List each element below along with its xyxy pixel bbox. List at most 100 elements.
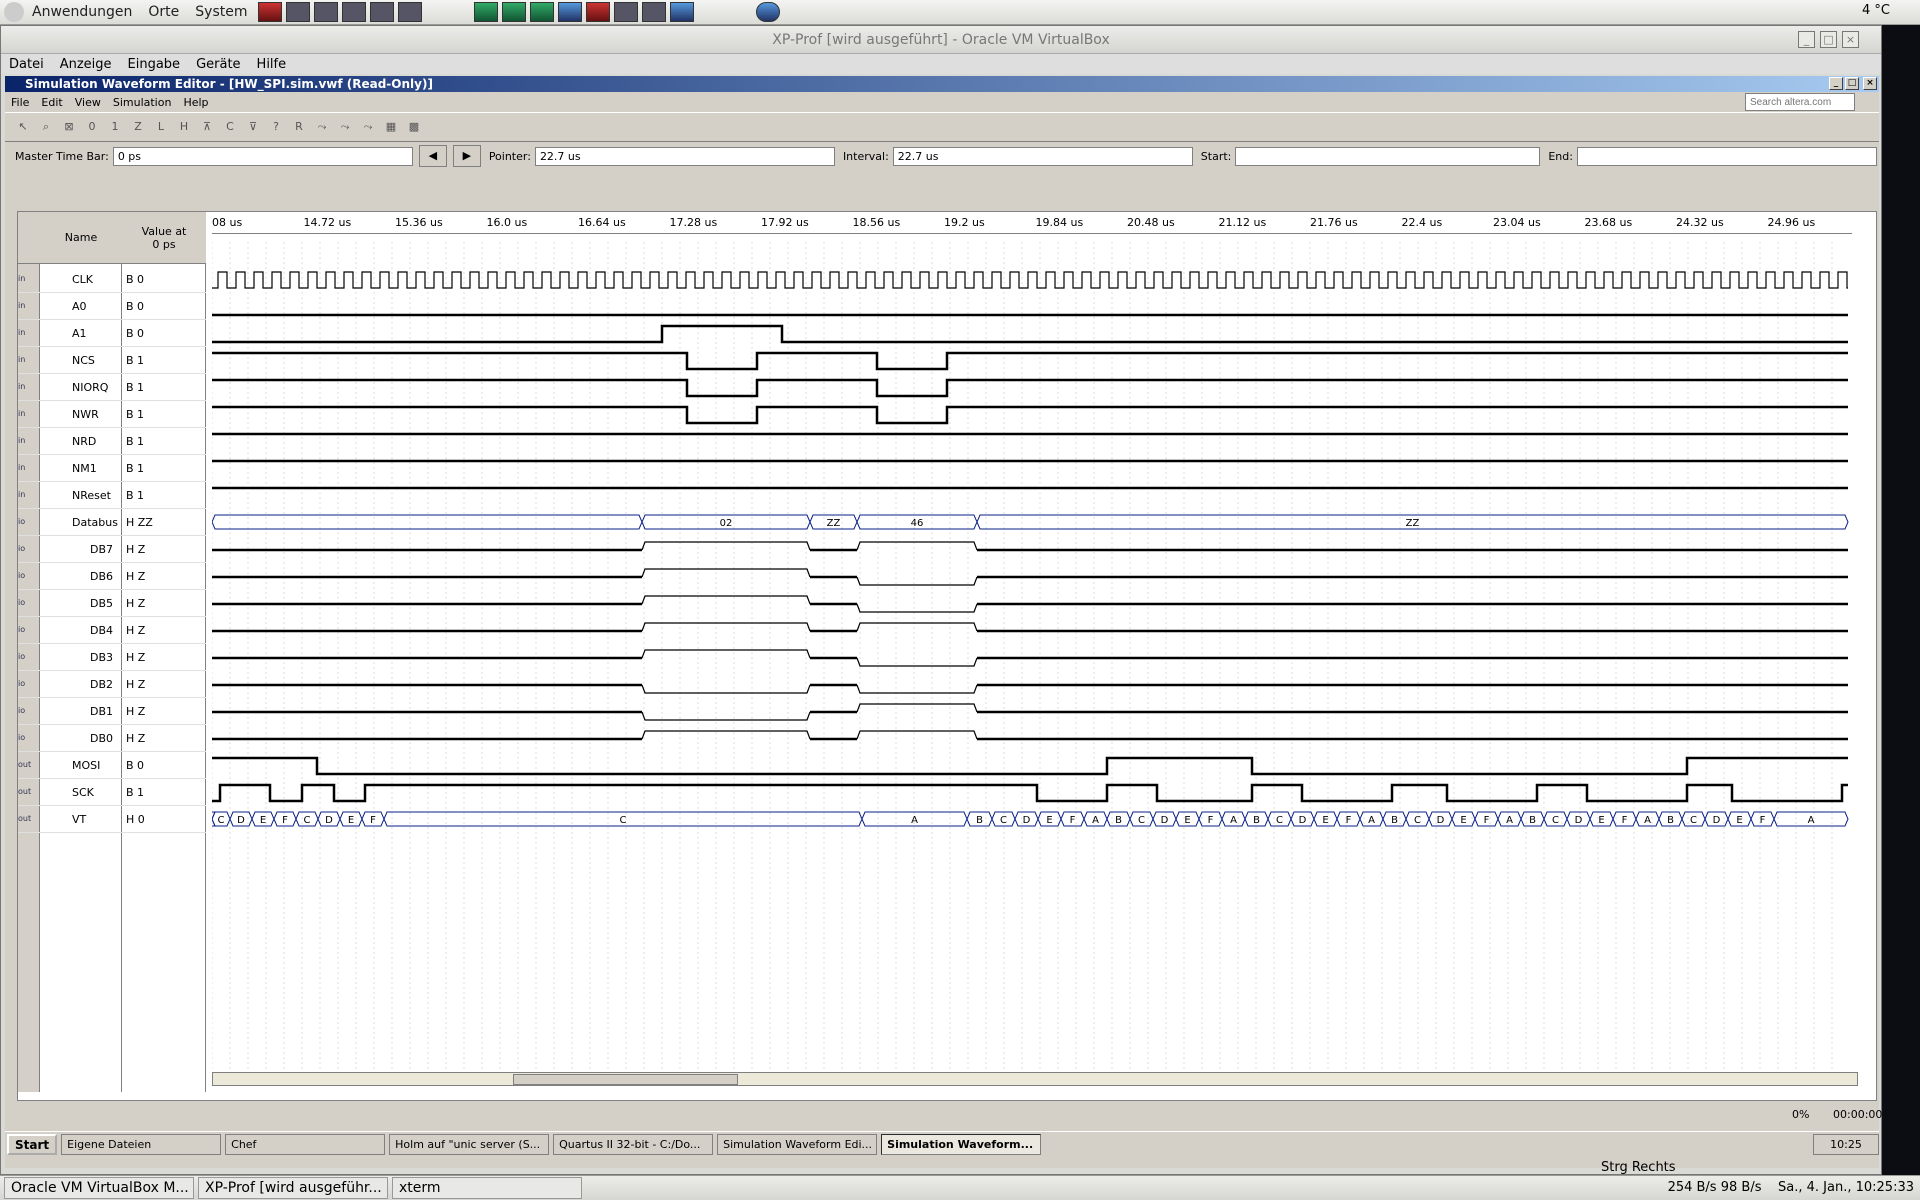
launcher-icon[interactable]	[557, 2, 582, 22]
window-list-item[interactable]: XP-Prof [wird ausgeführ...	[198, 1177, 388, 1199]
signal-dir-icon: io	[18, 590, 40, 617]
menu-file[interactable]: File	[5, 96, 35, 109]
signal-name[interactable]: NWR	[40, 401, 122, 428]
launcher-icon[interactable]	[501, 2, 526, 22]
menu-hilfe[interactable]: Hilfe	[249, 57, 295, 72]
taskbar-item[interactable]: Holm auf "unic server (S...	[389, 1134, 550, 1155]
signal-name[interactable]: CLK	[40, 266, 122, 293]
taskbar-item-active[interactable]: Simulation Waveform...	[881, 1134, 1042, 1155]
signal-name[interactable]: A0	[40, 293, 122, 320]
menu-anzeige[interactable]: Anzeige	[52, 57, 120, 72]
window-list-item[interactable]: xterm	[392, 1177, 582, 1199]
high-impedance-icon[interactable]: Z	[128, 117, 148, 137]
signal-name[interactable]: DB6	[40, 563, 122, 590]
start-field[interactable]	[1235, 146, 1541, 166]
launcher-icon[interactable]	[669, 2, 694, 22]
signal-name[interactable]: DB4	[40, 617, 122, 644]
launcher-icon[interactable]	[397, 2, 422, 22]
menu-eingabe[interactable]: Eingabe	[120, 57, 189, 72]
globe-icon[interactable]	[755, 2, 780, 22]
close-icon[interactable]: ×	[1863, 77, 1877, 90]
force-high-icon[interactable]: 1	[105, 117, 125, 137]
signal-name[interactable]: NCS	[40, 347, 122, 374]
signal-name[interactable]: Databus	[40, 509, 122, 536]
minimize-icon[interactable]: _	[1798, 31, 1815, 48]
taskbar-item[interactable]: Eigene Dateien	[61, 1134, 222, 1155]
window-list-item[interactable]: Oracle VM VirtualBox M...	[4, 1177, 194, 1199]
signal-name[interactable]: DB3	[40, 644, 122, 671]
count-value-icon[interactable]: C	[220, 117, 240, 137]
prev-arrow-icon[interactable]: ◀	[418, 145, 447, 167]
menu-view[interactable]: View	[69, 96, 107, 109]
name-header[interactable]: Name	[40, 212, 122, 264]
signal-name[interactable]: A1	[40, 320, 122, 347]
next-arrow-icon[interactable]: ▶	[452, 145, 481, 167]
menu-applications[interactable]: Anwendungen	[24, 4, 140, 20]
menu-system[interactable]: System	[187, 4, 255, 20]
search-input[interactable]	[1745, 93, 1855, 111]
snap-icon[interactable]: ⤳	[335, 117, 355, 137]
random-value-icon[interactable]: R	[289, 117, 309, 137]
launcher-icon[interactable]	[529, 2, 554, 22]
signal-name[interactable]: NM1	[40, 455, 122, 482]
signal-name[interactable]: MOSI	[40, 752, 122, 779]
panel-clock[interactable]: Sa., 4. Jan., 10:25:33	[1778, 1180, 1914, 1195]
signal-name[interactable]: NRD	[40, 428, 122, 455]
taskbar-item[interactable]: Chef	[225, 1134, 386, 1155]
grid-icon[interactable]: ▦	[381, 117, 401, 137]
scroll-thumb[interactable]	[513, 1074, 738, 1085]
interval-field[interactable]: 22.7 us	[892, 146, 1193, 166]
weak-high-icon[interactable]: H	[174, 117, 194, 137]
signal-name[interactable]: NReset	[40, 482, 122, 509]
launcher-icon[interactable]	[257, 2, 282, 22]
snap-icon[interactable]: ⤳	[312, 117, 332, 137]
launcher-icon[interactable]	[641, 2, 666, 22]
snap-icon[interactable]: ⤳	[358, 117, 378, 137]
force-low-icon[interactable]: 0	[82, 117, 102, 137]
menu-help[interactable]: Help	[177, 96, 214, 109]
signal-name[interactable]: NIORQ	[40, 374, 122, 401]
pointer-field[interactable]: 22.7 us	[534, 146, 835, 166]
weak-low-icon[interactable]: L	[151, 117, 171, 137]
minimize-icon[interactable]: _	[1829, 77, 1843, 90]
menu-places[interactable]: Orte	[140, 4, 187, 20]
menu-simulation[interactable]: Simulation	[107, 96, 178, 109]
menu-edit[interactable]: Edit	[35, 96, 68, 109]
signal-name[interactable]: DB5	[40, 590, 122, 617]
force-unknown-icon[interactable]: ⊠	[59, 117, 79, 137]
launcher-icon[interactable]	[313, 2, 338, 22]
value-header[interactable]: Value at 0 ps	[122, 212, 206, 264]
horizontal-scrollbar[interactable]	[212, 1072, 1858, 1086]
end-field[interactable]	[1576, 146, 1877, 166]
taskbar-item[interactable]: Simulation Waveform Edi...	[717, 1134, 878, 1155]
start-button[interactable]: Start	[7, 1134, 58, 1155]
invert-icon[interactable]: ⊼	[197, 117, 217, 137]
arbitrary-value-icon[interactable]: ?	[266, 117, 286, 137]
maximize-icon[interactable]: □	[1820, 31, 1837, 48]
taskbar-item[interactable]: Quartus II 32-bit - C:/Do...	[553, 1134, 714, 1155]
launcher-icon[interactable]	[341, 2, 366, 22]
signal-name[interactable]: DB7	[40, 536, 122, 563]
signal-name[interactable]: SCK	[40, 779, 122, 806]
signal-name[interactable]: DB0	[40, 725, 122, 752]
launcher-icon[interactable]	[613, 2, 638, 22]
master-time-field[interactable]: 0 ps	[112, 146, 413, 166]
launcher-icon[interactable]	[473, 2, 498, 22]
signal-name[interactable]: DB2	[40, 671, 122, 698]
waveform-area[interactable]: 08 us 14.72 us 15.36 us 16.0 us 16.64 us 17.2…	[212, 212, 1852, 1092]
signal-name[interactable]: DB1	[40, 698, 122, 725]
zoom-tool-icon[interactable]: ⌕	[36, 117, 56, 137]
menu-datei[interactable]: Datei	[1, 57, 52, 72]
launcher-icon[interactable]	[285, 2, 310, 22]
signal-name[interactable]: VT	[40, 806, 122, 833]
maximize-icon[interactable]: □	[1845, 77, 1859, 90]
gnome-foot-icon[interactable]	[4, 2, 24, 22]
menu-geraete[interactable]: Geräte	[188, 57, 248, 72]
close-icon[interactable]: ×	[1842, 31, 1859, 48]
grid-snap-icon[interactable]: ▩	[404, 117, 424, 137]
clock-value-icon[interactable]: ⊽	[243, 117, 263, 137]
signal-trace	[212, 324, 1848, 344]
launcher-icon[interactable]	[585, 2, 610, 22]
launcher-icon[interactable]	[369, 2, 394, 22]
pointer-tool-icon[interactable]: ↖	[13, 117, 33, 137]
